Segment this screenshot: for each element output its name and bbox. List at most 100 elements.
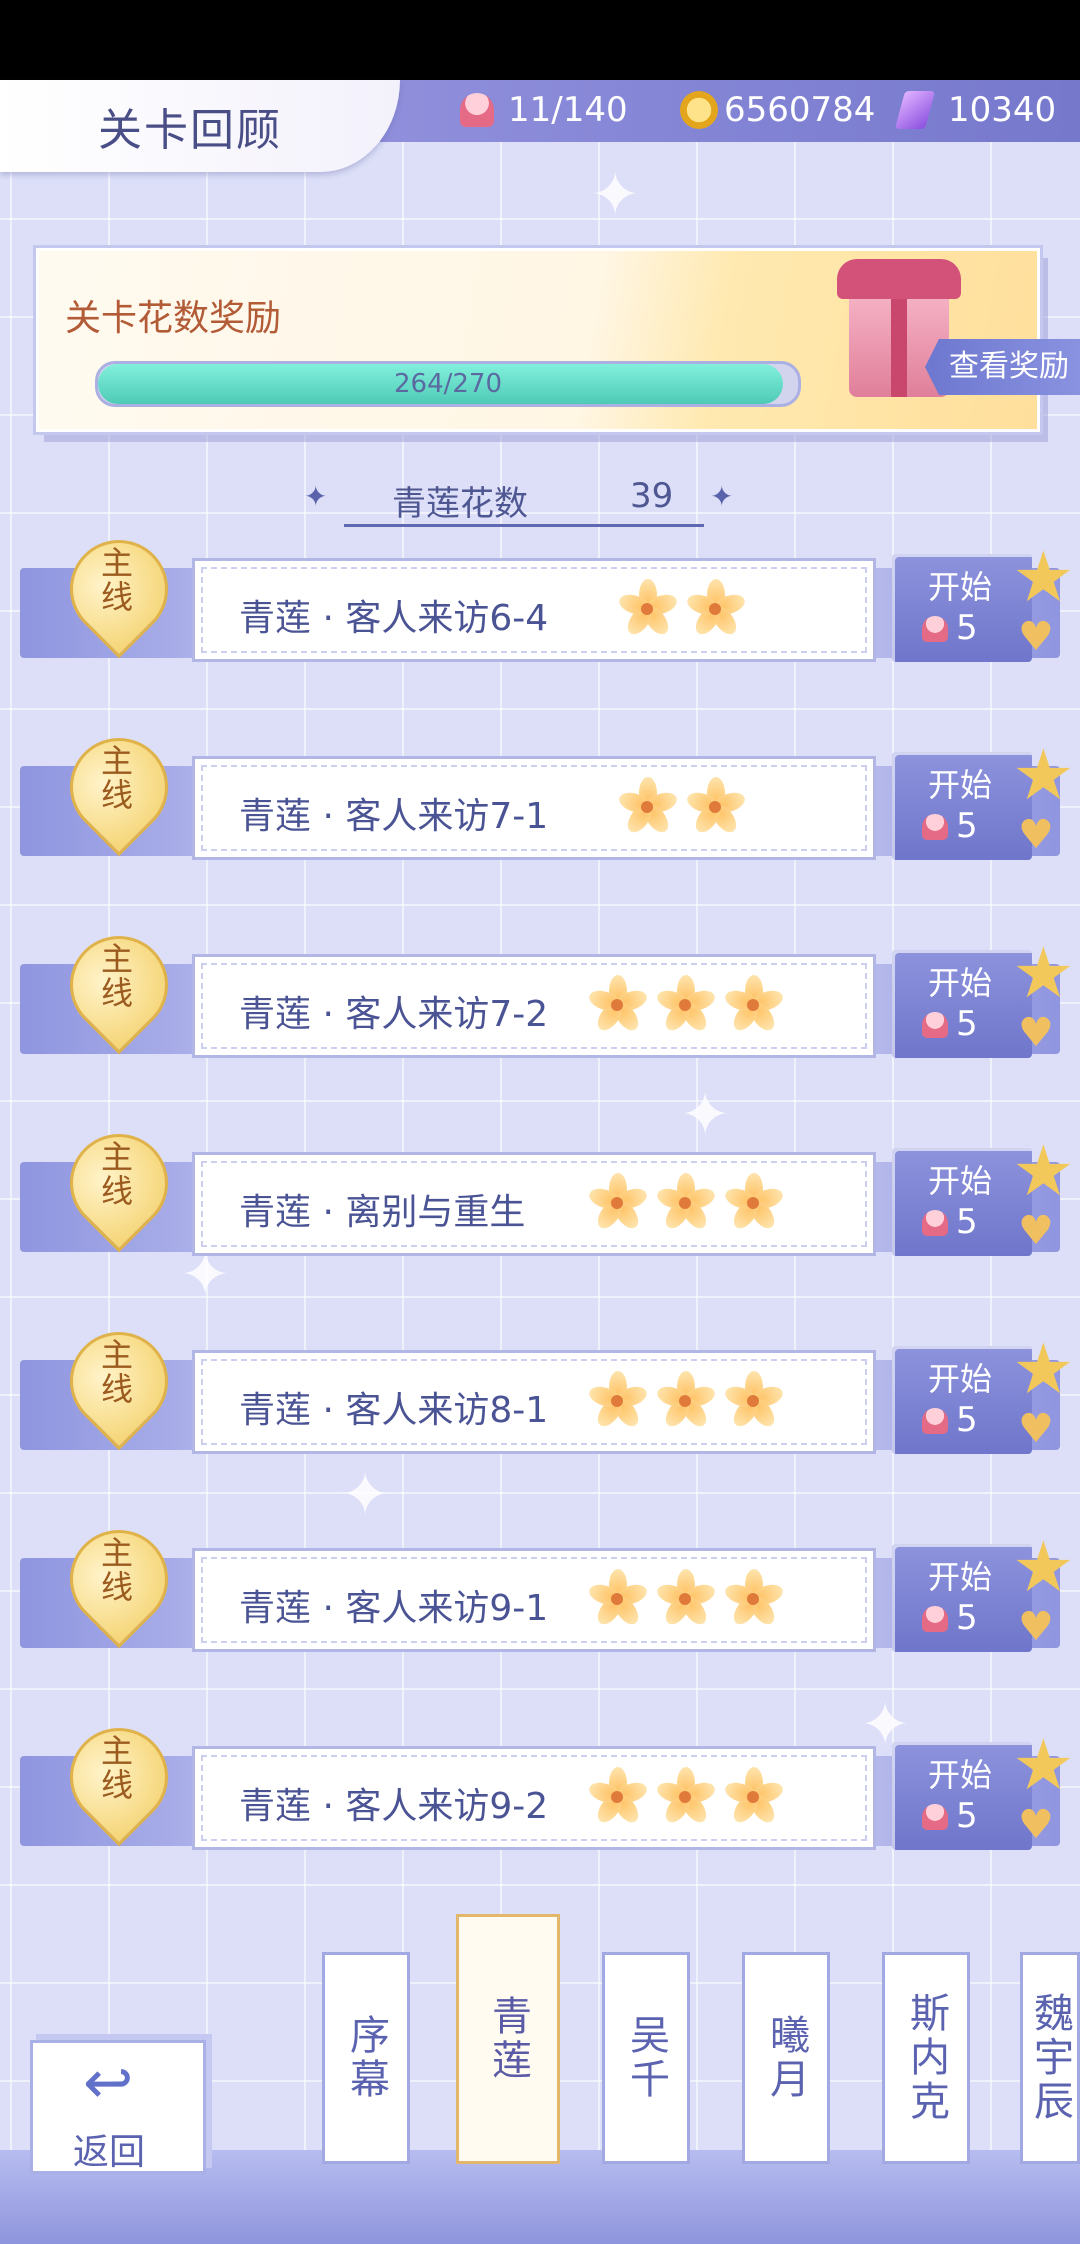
stamina-counter[interactable]: 11/140 [460, 82, 628, 138]
tab-label: 斯内克 [903, 1992, 949, 2124]
level-row[interactable]: 青莲 · 客人来访8-1 主线 开始 5 ★ ♥ [20, 1311, 1080, 1462]
swan-star-icon: ★ [1012, 1526, 1075, 1608]
main-story-tag: 主线 [49, 1509, 189, 1649]
swan-star-icon: ★ [1012, 1328, 1075, 1410]
level-row[interactable]: 青莲 · 离别与重生 主线 开始 5 ★ ♥ [20, 1113, 1080, 1264]
flower-star-icon [615, 577, 680, 641]
tab-6[interactable]: 魏宇辰 [1020, 1952, 1080, 2164]
tab-2[interactable]: 青莲 [456, 1914, 560, 2164]
flower-star-icon [721, 973, 786, 1037]
cupcake-icon [922, 1210, 948, 1236]
start-cost: 5 [956, 1598, 978, 1638]
flower-rating [615, 577, 751, 641]
level-row[interactable]: 青莲 · 客人来访9-2 主线 开始 5 ★ ♥ [20, 1707, 1080, 1858]
swan-star-icon: ★ [1012, 932, 1075, 1014]
flower-rating [585, 1171, 789, 1235]
flower-star-icon [585, 1567, 650, 1631]
gem-counter[interactable]: 10340 [894, 82, 1056, 138]
start-label: 开始 [928, 1162, 993, 1200]
tag-label: 主线 [100, 1336, 133, 1408]
flower-star-icon [653, 1171, 718, 1235]
heart-icon: ♥ [1018, 1208, 1054, 1254]
swan-star-icon: ★ [1012, 1130, 1075, 1212]
start-button[interactable]: 开始 5 [892, 554, 1032, 662]
swan-star-icon: ★ [1012, 1724, 1075, 1806]
coin-icon [680, 91, 718, 129]
tag-label: 主线 [100, 940, 133, 1012]
tag-label: 主线 [100, 742, 133, 814]
level-card[interactable]: 青莲 · 客人来访9-2 [192, 1746, 876, 1850]
level-card[interactable]: 青莲 · 客人来访6-4 [192, 558, 876, 662]
level-row[interactable]: 青莲 · 客人来访7-1 主线 开始 5 ★ ♥ [20, 717, 1080, 868]
level-card[interactable]: 青莲 · 离别与重生 [192, 1152, 876, 1256]
page-title: 关卡回顾 [98, 105, 282, 156]
back-arrow-icon: ↩ [83, 2048, 134, 2118]
tab-1[interactable]: 序幕 [322, 1952, 410, 2164]
level-row[interactable]: 青莲 · 客人来访9-1 主线 开始 5 ★ ♥ [20, 1509, 1080, 1660]
flower-count-value: 39 [630, 476, 674, 516]
top-bar: 11/140 6560784 10340 关卡回顾 [0, 80, 1080, 172]
start-label: 开始 [928, 1558, 993, 1596]
start-button[interactable]: 开始 5 [892, 1544, 1032, 1652]
level-card[interactable]: 青莲 · 客人来访7-1 [192, 756, 876, 860]
start-button[interactable]: 开始 5 [892, 1148, 1032, 1256]
reward-progress-bar: 264/270 [95, 361, 801, 407]
heart-icon: ♥ [1018, 614, 1054, 660]
start-button[interactable]: 开始 5 [892, 1346, 1032, 1454]
level-name: 青莲 · 客人来访9-1 [239, 1588, 549, 1629]
divider [344, 524, 704, 527]
heart-icon: ♥ [1018, 1604, 1054, 1650]
sparkle-icon: ✦ [304, 480, 328, 513]
flower-star-icon [653, 1765, 718, 1829]
level-card[interactable]: 青莲 · 客人来访8-1 [192, 1350, 876, 1454]
flower-star-icon [721, 1171, 786, 1235]
level-card[interactable]: 青莲 · 客人来访7-2 [192, 954, 876, 1058]
tab-label: 曦月 [763, 2014, 809, 2102]
flower-rating [585, 1369, 789, 1433]
start-button[interactable]: 开始 5 [892, 752, 1032, 860]
tab-label: 序幕 [343, 2014, 389, 2102]
start-button[interactable]: 开始 5 [892, 1742, 1032, 1850]
level-name: 青莲 · 客人来访9-2 [239, 1786, 549, 1827]
level-card[interactable]: 青莲 · 客人来访9-1 [192, 1548, 876, 1652]
start-cost: 5 [956, 1004, 978, 1044]
tag-label: 主线 [100, 1732, 133, 1804]
flower-star-icon [721, 1765, 786, 1829]
tab-4[interactable]: 曦月 [742, 1952, 830, 2164]
heart-icon: ♥ [1018, 812, 1054, 858]
tab-label: 魏宇辰 [1027, 1992, 1073, 2124]
flower-star-icon [653, 1369, 718, 1433]
start-button[interactable]: 开始 5 [892, 950, 1032, 1058]
sparkle-icon: ✦ [710, 480, 734, 513]
title-panel: 关卡回顾 [0, 80, 400, 172]
back-label: 返回 [73, 2132, 146, 2173]
level-row[interactable]: 青莲 · 客人来访7-2 主线 开始 5 ★ ♥ [20, 915, 1080, 1066]
flower-star-icon [653, 1567, 718, 1631]
level-row[interactable]: 青莲 · 客人来访6-4 主线 开始 5 ★ ♥ [20, 519, 1080, 670]
coin-counter[interactable]: 6560784 [680, 82, 875, 138]
flower-rating [585, 1765, 789, 1829]
heart-icon: ♥ [1018, 1802, 1054, 1848]
tab-5[interactable]: 斯内克 [882, 1952, 970, 2164]
back-button[interactable]: ↩ 返回 [30, 2040, 206, 2174]
level-name: 青莲 · 离别与重生 [239, 1192, 526, 1233]
cupcake-icon [922, 1804, 948, 1830]
view-reward-button[interactable]: 查看奖励 [925, 339, 1080, 395]
cupcake-icon [460, 93, 494, 127]
main-story-tag: 主线 [49, 915, 189, 1055]
main-story-tag: 主线 [49, 1113, 189, 1253]
start-label: 开始 [928, 1360, 993, 1398]
start-label: 开始 [928, 964, 993, 1002]
start-label: 开始 [928, 766, 993, 804]
flower-reward-panel: 关卡花数奖励 264/270 查看奖励 [36, 248, 1080, 432]
start-cost: 5 [956, 806, 978, 846]
tag-label: 主线 [100, 1138, 133, 1210]
flower-rating [585, 1567, 789, 1631]
flower-star-icon [615, 775, 680, 839]
flower-star-icon [585, 1171, 650, 1235]
main-story-tag: 主线 [49, 519, 189, 659]
flower-star-icon [653, 973, 718, 1037]
flower-star-icon [721, 1567, 786, 1631]
start-cost: 5 [956, 608, 978, 648]
tab-3[interactable]: 吴千 [602, 1952, 690, 2164]
